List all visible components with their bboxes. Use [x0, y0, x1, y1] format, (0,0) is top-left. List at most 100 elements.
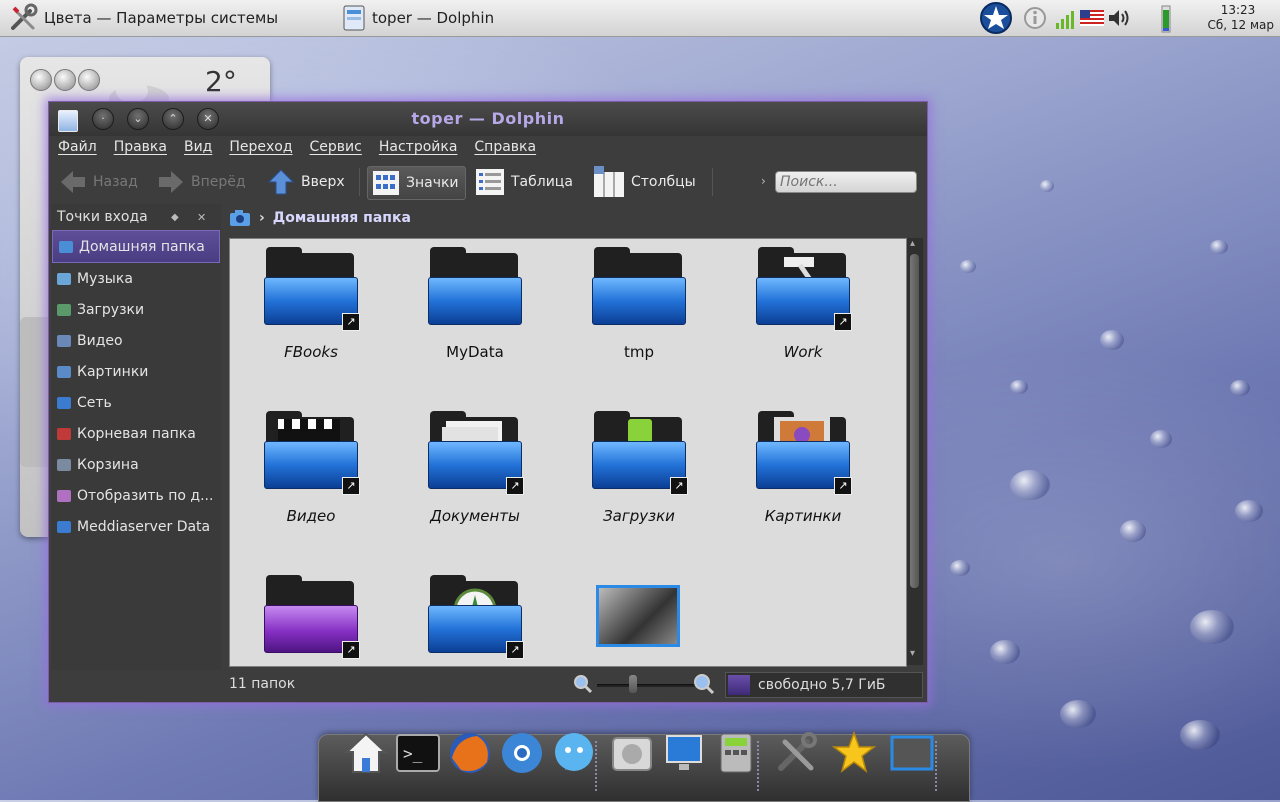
- places-item[interactable]: Загрузки: [51, 294, 221, 325]
- view-columns-button[interactable]: Столбцы: [593, 166, 696, 198]
- dolphin-icon: [343, 5, 365, 31]
- widget-panel-lower: [20, 317, 48, 467]
- status-bar: 11 папок свободно 5,7 ГиБ: [49, 670, 927, 700]
- breadcrumb-current[interactable]: Домашняя папка: [273, 210, 411, 226]
- file-item[interactable]: ↗ Work: [728, 247, 878, 361]
- chat-icon[interactable]: [549, 727, 599, 779]
- taskbar-item-dolphin[interactable]: toper — Dolphin: [334, 0, 502, 36]
- chevron-right-icon[interactable]: ›: [761, 174, 766, 188]
- menu-file[interactable]: Файл: [49, 137, 105, 161]
- file-item[interactable]: ↗ Картинки: [728, 411, 878, 525]
- settings-tools-icon[interactable]: [771, 727, 821, 779]
- places-item[interactable]: Meddiaserver Data: [51, 511, 221, 542]
- file-name: Видео: [286, 507, 336, 525]
- menu-settings[interactable]: Настройка: [370, 137, 466, 161]
- places-item[interactable]: Корзина: [51, 449, 221, 480]
- symlink-badge-icon: ↗: [834, 313, 852, 331]
- zoom-out-icon[interactable]: [573, 674, 593, 694]
- file-name: Документы: [430, 507, 520, 525]
- folder-icon: ↗: [428, 575, 524, 659]
- calculator-icon[interactable]: [711, 727, 761, 779]
- clock[interactable]: 13:23 Сб, 12 мар: [1182, 3, 1280, 33]
- network-signal-icon[interactable]: [1054, 3, 1078, 33]
- zoom-slider-handle[interactable]: [629, 675, 637, 693]
- chrome-icon[interactable]: [497, 727, 547, 779]
- folder-icon: ↗: [592, 411, 688, 495]
- forward-label: Вперёд: [191, 174, 246, 190]
- widget-close-button[interactable]: [30, 69, 52, 91]
- scroll-up-arrow[interactable]: ▴: [910, 238, 915, 249]
- disk-icon[interactable]: [607, 727, 657, 779]
- file-item[interactable]: ↗: [236, 575, 386, 671]
- favorites-star-icon[interactable]: [829, 727, 879, 779]
- forward-button[interactable]: Вперёд: [157, 166, 246, 198]
- network-monitor-icon[interactable]: [659, 727, 709, 779]
- places-item[interactable]: Сеть: [51, 387, 221, 418]
- places-item-label: Корзина: [77, 456, 139, 473]
- taskbar-item-system-settings[interactable]: Цвета — Параметры системы: [0, 0, 286, 36]
- file-item[interactable]: [564, 575, 714, 671]
- view-icons-label: Значки: [406, 175, 459, 191]
- symlink-badge-icon: ↗: [506, 477, 524, 495]
- battery-icon[interactable]: [1152, 0, 1182, 36]
- menu-view[interactable]: Вид: [175, 137, 220, 161]
- columns-view-icon: [594, 166, 624, 197]
- screenshot-icon[interactable]: [887, 727, 937, 779]
- places-item-label: Видео: [77, 332, 123, 349]
- places-item[interactable]: Музыка: [51, 263, 221, 294]
- widget-info-button[interactable]: [54, 69, 76, 91]
- search-input[interactable]: [775, 171, 917, 193]
- main-toolbar: Назад Вперёд Вверх Значки Таблица Столбц…: [49, 162, 927, 202]
- view-icons-button[interactable]: Значки: [367, 166, 466, 200]
- free-space-indicator[interactable]: свободно 5,7 ГиБ: [725, 672, 923, 698]
- home-icon[interactable]: [341, 727, 391, 779]
- terminal-icon[interactable]: >_: [393, 727, 443, 779]
- close-panel-icon[interactable]: ✕: [197, 211, 206, 224]
- places-item[interactable]: Отобразить по д...: [51, 480, 221, 511]
- info-icon[interactable]: [1020, 3, 1050, 33]
- places-item-label: Отобразить по д...: [77, 487, 214, 504]
- menu-help[interactable]: Справка: [465, 137, 544, 161]
- menu-tools[interactable]: Сервис: [301, 137, 370, 161]
- places-item[interactable]: Видео: [51, 325, 221, 356]
- menu-edit[interactable]: Правка: [105, 137, 175, 161]
- places-item[interactable]: Корневая папка: [51, 418, 221, 449]
- places-title: Точки входа: [57, 209, 148, 225]
- file-item[interactable]: ↗ FBooks: [236, 247, 386, 361]
- vertical-scrollbar[interactable]: ▴ ▾: [907, 238, 923, 665]
- view-details-button[interactable]: Таблица: [475, 166, 573, 198]
- file-view[interactable]: ↗ FBooks MyData tmp ↗ Work ↗ Видео ↗ Документы ↗ За…: [229, 238, 907, 667]
- title-bar[interactable]: · ⌄ ⌃ ✕ toper — Dolphin: [49, 102, 927, 136]
- folder-icon: ↗: [264, 247, 360, 331]
- up-button[interactable]: Вверх: [267, 166, 345, 198]
- zoom-in-icon[interactable]: [693, 673, 715, 695]
- places-header: Точки входа ◆ ✕: [51, 204, 221, 230]
- firefox-icon[interactable]: [445, 727, 495, 779]
- file-item[interactable]: ↗ Документы: [400, 411, 550, 525]
- places-item[interactable]: Картинки: [51, 356, 221, 387]
- scroll-thumb[interactable]: [910, 254, 919, 588]
- widget-settings-button[interactable]: [78, 69, 100, 91]
- file-item[interactable]: ↗: [400, 575, 550, 671]
- weather-temperature: 2°: [205, 65, 237, 98]
- volume-icon[interactable]: [1106, 6, 1134, 30]
- kde-star-icon[interactable]: [978, 0, 1014, 36]
- breadcrumb[interactable]: › Домашняя папка: [229, 206, 411, 230]
- zoom-slider-track[interactable]: [597, 684, 697, 687]
- file-name: Картинки: [764, 507, 842, 525]
- folder-icon: ↗: [264, 575, 360, 659]
- places-item-label: Картинки: [77, 363, 149, 380]
- file-item[interactable]: ↗ Видео: [236, 411, 386, 525]
- file-item[interactable]: ↗ Загрузки: [564, 411, 714, 525]
- place-icon: [57, 427, 71, 440]
- places-item-label: Домашняя папка: [79, 238, 205, 255]
- menu-go[interactable]: Переход: [220, 137, 300, 161]
- file-item[interactable]: MyData: [400, 247, 550, 361]
- places-item[interactable]: Домашняя папка: [52, 230, 220, 263]
- float-panel-icon[interactable]: ◆: [171, 212, 179, 223]
- scroll-down-arrow[interactable]: ▾: [910, 648, 915, 659]
- file-item[interactable]: tmp: [564, 247, 714, 361]
- tools-icon: [11, 3, 38, 30]
- us-flag-icon[interactable]: [1080, 10, 1104, 26]
- back-button[interactable]: Назад: [59, 166, 138, 198]
